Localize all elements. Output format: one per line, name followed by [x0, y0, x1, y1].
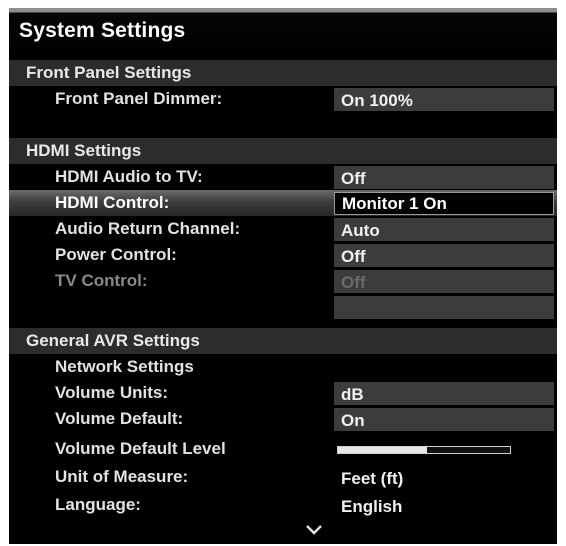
- page-title: System Settings: [19, 19, 186, 42]
- setting-value[interactable]: On 100%: [334, 88, 554, 111]
- setting-audio-return-channel[interactable]: Audio Return Channel: Auto: [9, 216, 557, 242]
- volume-level-fill: [338, 447, 428, 453]
- setting-label: Power Control:: [55, 245, 177, 264]
- setting-label: Audio Return Channel:: [55, 219, 241, 238]
- setting-language[interactable]: Language: English: [9, 492, 557, 518]
- setting-hdmi-control[interactable]: HDMI Control: Monitor 1 On: [9, 190, 557, 216]
- setting-volume-units[interactable]: Volume Units: dB: [9, 380, 557, 406]
- group-label: Front Panel Settings: [26, 63, 192, 82]
- setting-value[interactable]: English: [334, 494, 554, 517]
- setting-value[interactable]: Feet (ft): [334, 466, 554, 489]
- setting-value: Off: [334, 270, 554, 293]
- setting-power-control[interactable]: Power Control: Off: [9, 242, 557, 268]
- setting-value[interactable]: Off: [334, 244, 554, 267]
- spacer: [9, 112, 557, 138]
- group-general-avr: General AVR Settings: [9, 328, 557, 354]
- setting-value[interactable]: dB: [334, 382, 554, 405]
- group-label: HDMI Settings: [26, 141, 142, 160]
- setting-volume-default[interactable]: Volume Default: On: [9, 406, 557, 432]
- setting-label: HDMI Control:: [55, 193, 170, 212]
- setting-label: Volume Default Level: [55, 439, 226, 458]
- setting-label: Volume Default:: [55, 409, 184, 428]
- volume-level-slider[interactable]: [337, 446, 511, 454]
- chevron-down-icon[interactable]: [305, 523, 323, 542]
- settings-screen: System Settings Front Panel Settings Fro…: [9, 8, 557, 544]
- group-label: General AVR Settings: [26, 331, 200, 350]
- setting-network-settings[interactable]: Network Settings: [9, 354, 557, 380]
- setting-value[interactable]: On: [334, 408, 554, 431]
- scroll-footer: [9, 522, 557, 544]
- setting-label: Unit of Measure:: [55, 467, 189, 486]
- setting-unit-of-measure[interactable]: Unit of Measure: Feet (ft): [9, 464, 557, 490]
- group-front-panel: Front Panel Settings: [9, 60, 557, 86]
- setting-label: Volume Units:: [55, 383, 169, 402]
- setting-label: TV Control:: [55, 271, 148, 290]
- title-bar: System Settings: [9, 8, 557, 58]
- setting-label: Network Settings: [55, 357, 194, 376]
- setting-value[interactable]: Off: [334, 166, 554, 189]
- empty-row: [9, 294, 557, 320]
- setting-hdmi-audio-to-tv[interactable]: HDMI Audio to TV: Off: [9, 164, 557, 190]
- setting-label: HDMI Audio to TV:: [55, 167, 203, 186]
- empty-value-box: [334, 296, 554, 319]
- group-hdmi: HDMI Settings: [9, 138, 557, 164]
- setting-value[interactable]: Monitor 1 On: [334, 192, 554, 215]
- setting-front-panel-dimmer[interactable]: Front Panel Dimmer: On 100%: [9, 86, 557, 112]
- setting-tv-control: TV Control: Off: [9, 268, 557, 294]
- spacer: [9, 320, 557, 324]
- setting-label: Front Panel Dimmer:: [55, 89, 223, 108]
- setting-label: Language:: [55, 495, 141, 514]
- setting-value[interactable]: Auto: [334, 218, 554, 241]
- setting-volume-default-level[interactable]: Volume Default Level: [9, 436, 557, 462]
